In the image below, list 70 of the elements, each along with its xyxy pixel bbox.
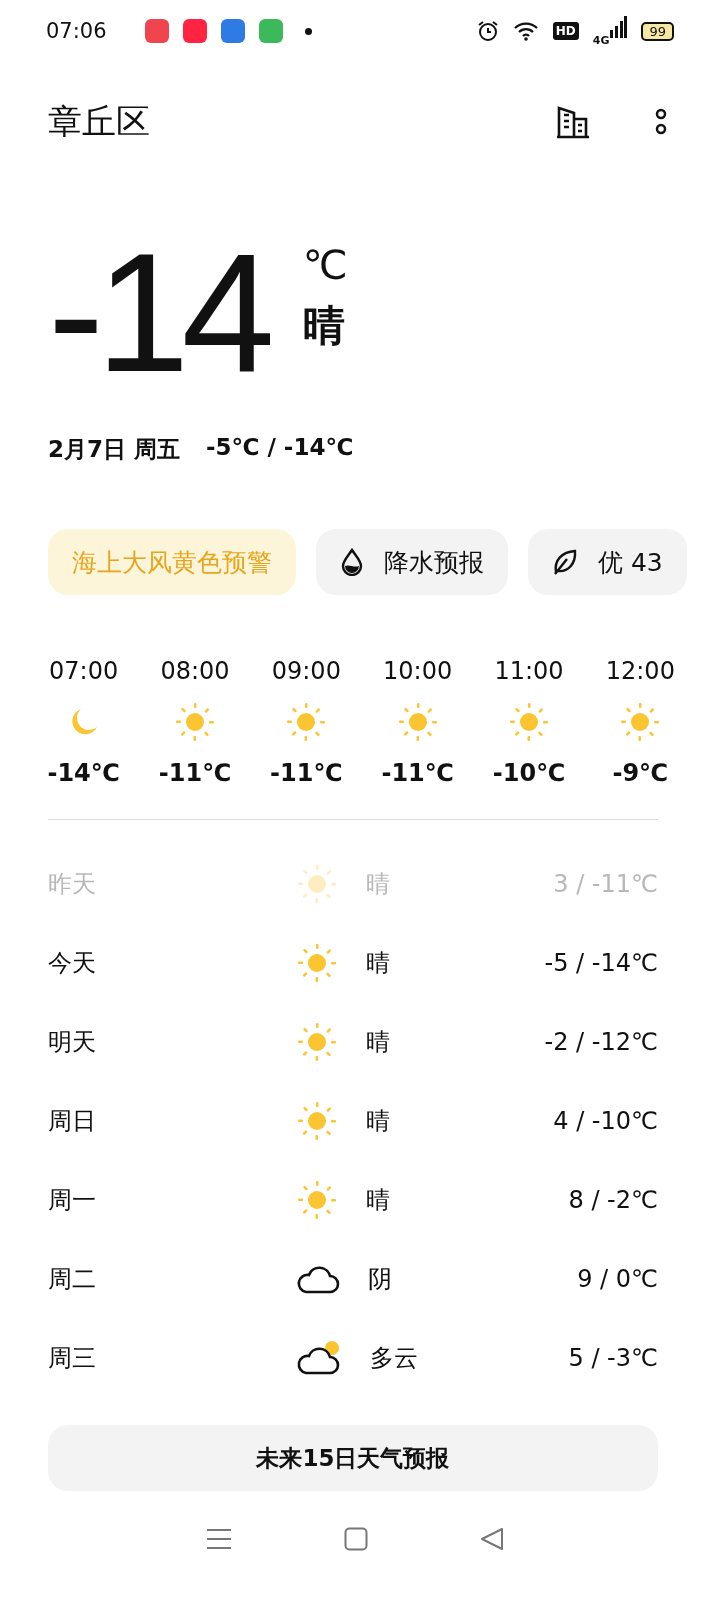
hd-badge: HD bbox=[552, 22, 579, 40]
hour-time: 07:00 bbox=[49, 657, 119, 685]
menu-button[interactable] bbox=[206, 1527, 232, 1551]
day-name: 周三 bbox=[48, 1342, 97, 1374]
partly-cloudy-icon bbox=[296, 1339, 342, 1376]
app-notification-icon bbox=[220, 19, 245, 43]
day-temperature-range: -5 / -14℃ bbox=[544, 948, 658, 977]
day-condition: 晴 bbox=[366, 1184, 391, 1216]
home-button[interactable] bbox=[344, 1527, 368, 1551]
day-name: 周二 bbox=[48, 1263, 97, 1295]
day-condition: 晴 bbox=[366, 868, 391, 900]
today-temperature-range: -5℃ / -14℃ bbox=[206, 434, 354, 462]
day-name: 周日 bbox=[48, 1105, 97, 1137]
hour-temperature: -14℃ bbox=[47, 759, 120, 787]
hour-time: 09:00 bbox=[271, 657, 341, 685]
alarm-icon bbox=[476, 20, 499, 42]
sun-icon bbox=[619, 701, 662, 743]
temperature-unit: ℃ bbox=[302, 242, 348, 288]
battery-level: 99 bbox=[641, 21, 674, 41]
current-temperature: -14 bbox=[48, 238, 267, 408]
day-name: 周一 bbox=[48, 1184, 97, 1216]
day-condition: 晴 bbox=[366, 1026, 391, 1058]
day-condition: 晴 bbox=[366, 1105, 391, 1137]
precipitation-chip[interactable]: 降水预报 bbox=[316, 529, 508, 595]
app-notification-icon bbox=[144, 19, 169, 43]
day-temperature-range: -2 / -12℃ bbox=[544, 1027, 658, 1056]
day-name: 今天 bbox=[48, 947, 97, 979]
day-temperature-range: 4 / -10℃ bbox=[553, 1106, 658, 1135]
current-date: 2月7日 周五 bbox=[48, 435, 180, 464]
hour-temperature: -11℃ bbox=[381, 759, 454, 787]
hour-temperature: -11℃ bbox=[158, 759, 232, 787]
sun-icon bbox=[396, 701, 439, 743]
day-name: 明天 bbox=[48, 1026, 97, 1058]
day-temperature-range: 5 / -3℃ bbox=[568, 1343, 658, 1372]
sun-icon bbox=[285, 701, 328, 743]
day-temperature-range: 3 / -11℃ bbox=[553, 869, 658, 898]
day-name: 昨天 bbox=[48, 868, 97, 900]
hour-time: 11:00 bbox=[494, 657, 564, 685]
sun-icon bbox=[296, 1020, 338, 1063]
sun-icon bbox=[174, 701, 216, 743]
app-notification-icon bbox=[258, 19, 283, 43]
hour-time: 12:00 bbox=[605, 657, 675, 685]
sun-icon bbox=[296, 1099, 338, 1142]
day-condition: 晴 bbox=[366, 947, 391, 979]
hour-temperature: -11℃ bbox=[270, 759, 343, 787]
sun-icon bbox=[296, 941, 338, 984]
signal-icon bbox=[609, 15, 628, 38]
sun-icon bbox=[296, 862, 338, 905]
back-button[interactable] bbox=[480, 1527, 504, 1551]
hour-time: 08:00 bbox=[160, 657, 230, 685]
air-quality-chip[interactable]: 优 43 bbox=[528, 529, 687, 595]
location-title: 章丘区 bbox=[48, 100, 151, 143]
leaf-icon bbox=[552, 548, 578, 576]
hour-temperature: -10℃ bbox=[492, 759, 566, 787]
sun-icon bbox=[508, 701, 550, 743]
water-drop-icon bbox=[340, 548, 364, 576]
sun-icon bbox=[296, 1178, 338, 1221]
more-notifications-icon bbox=[304, 27, 312, 35]
status-time: 07:06 bbox=[46, 19, 107, 43]
day-condition: 多云 bbox=[370, 1342, 419, 1374]
wifi-icon bbox=[512, 21, 539, 41]
network-type: 4G bbox=[592, 33, 610, 47]
hour-time: 10:00 bbox=[383, 657, 453, 685]
app-notification-icon bbox=[182, 19, 207, 43]
day-condition: 阴 bbox=[368, 1263, 393, 1295]
day-temperature-range: 8 / -2℃ bbox=[568, 1185, 658, 1214]
fifteen-day-forecast-button[interactable]: 未来15日天气预报 bbox=[48, 1425, 658, 1491]
hour-temperature: -9℃ bbox=[612, 759, 669, 787]
current-condition: 晴 bbox=[302, 300, 346, 352]
day-temperature-range: 9 / 0℃ bbox=[577, 1264, 658, 1293]
